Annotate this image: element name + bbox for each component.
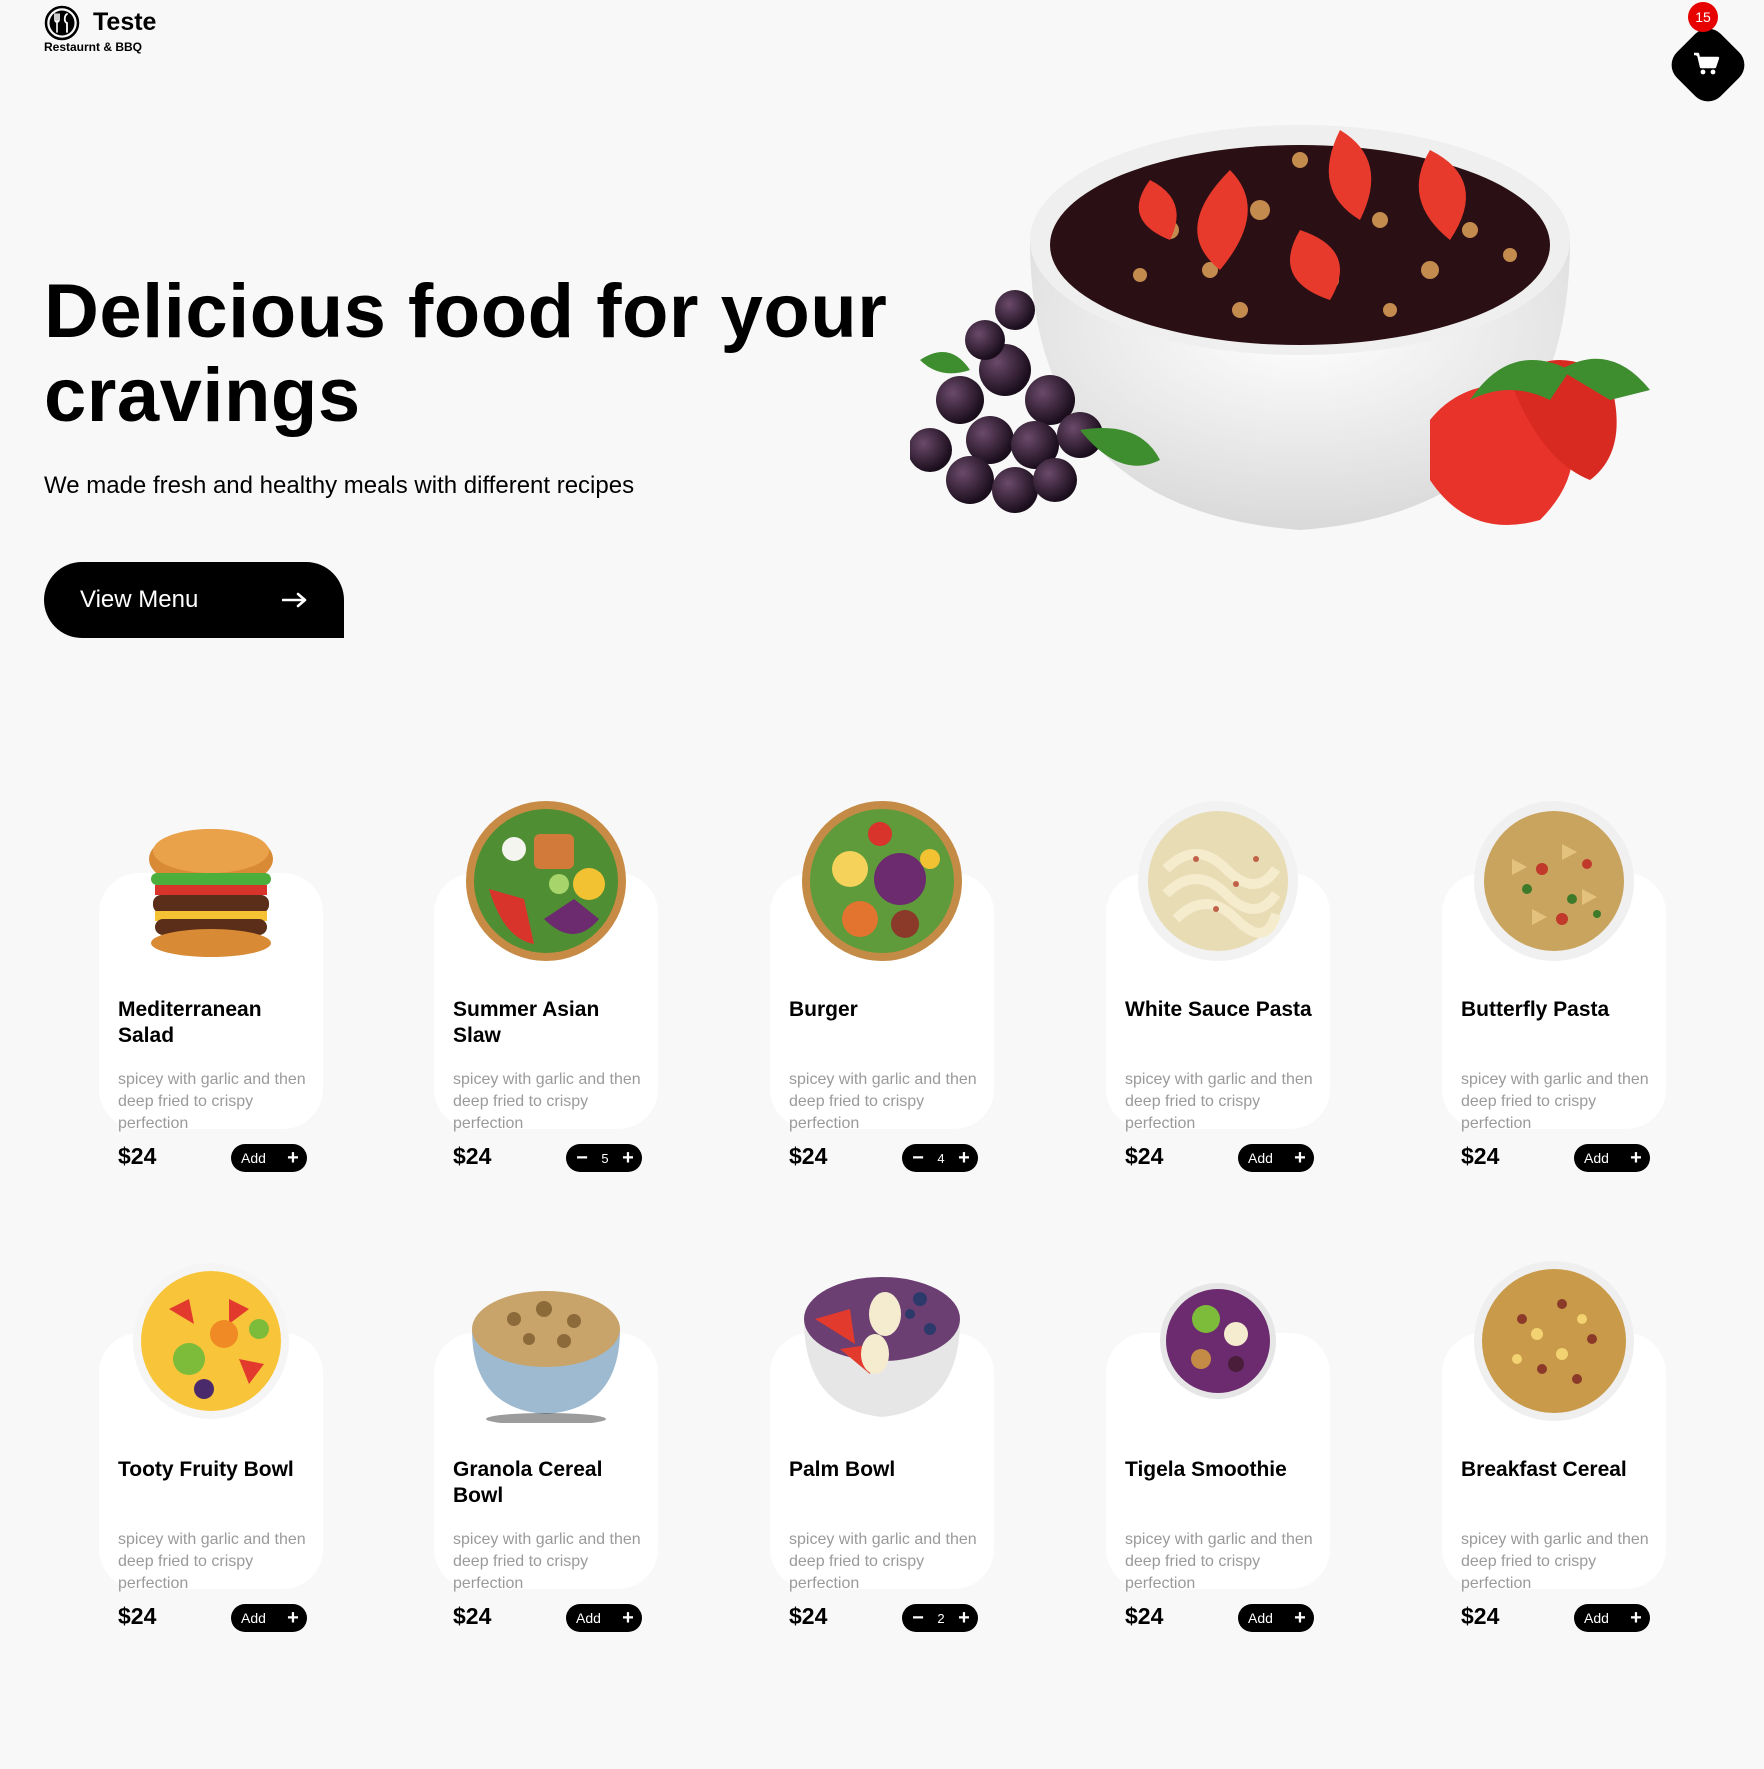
menu-item-name: Tigela Smoothie (1125, 1458, 1287, 1481)
food-image (149, 829, 273, 957)
menu-card[interactable]: Granola Cereal Bowl spicey with garlic an… (434, 1259, 658, 1632)
food-image (1138, 801, 1298, 961)
minus-icon[interactable]: − (574, 1148, 590, 1168)
menu-item-price: $24 (1125, 1603, 1164, 1629)
plus-icon: + (287, 1147, 299, 1169)
brand-name: Teste (93, 8, 157, 36)
menu-item-price: $24 (453, 1603, 492, 1629)
food-image (133, 1263, 289, 1419)
menu-item-name: Granola Cereal Bowl (453, 1458, 603, 1507)
menu-item-name: Butterfly Pasta (1461, 998, 1610, 1021)
menu-item-price: $24 (1461, 1143, 1500, 1169)
menu-card[interactable]: Butterfly Pasta spicey with garlic and th… (1442, 799, 1666, 1172)
menu-item-description: spicey with garlic and then deep fried t… (789, 1531, 977, 1592)
plus-icon[interactable]: + (956, 1608, 972, 1628)
hero-subtitle: We made fresh and healthy meals with dif… (44, 472, 635, 499)
minus-icon[interactable]: − (910, 1148, 926, 1168)
menu-item-description: spicey with garlic and then deep fried t… (118, 1071, 306, 1132)
menu-item-name: Palm Bowl (789, 1458, 896, 1481)
hero-title: Delicious food for your cravings (44, 269, 888, 438)
food-image (1160, 1283, 1276, 1399)
menu-item-price: $24 (453, 1143, 492, 1169)
menu-item-price: $24 (789, 1603, 828, 1629)
menu-card[interactable]: Breakfast Cereal spicey with garlic and t… (1442, 1259, 1666, 1632)
plus-icon: + (1630, 1147, 1642, 1169)
add-button[interactable]: Add + (1574, 1604, 1650, 1632)
menu-item-description: spicey with garlic and then deep fried t… (789, 1071, 977, 1132)
quantity-value: 5 (601, 1150, 609, 1166)
add-button[interactable]: Add + (231, 1604, 307, 1632)
plus-icon: + (287, 1607, 299, 1629)
cart-count-badge: 15 (1688, 2, 1718, 32)
menu-item-name: Burger (789, 998, 858, 1021)
minus-icon[interactable]: − (910, 1608, 926, 1628)
plus-icon[interactable]: + (620, 1148, 636, 1168)
brand-tagline: Restaurnt & BBQ (44, 40, 143, 54)
menu-item-description: spicey with garlic and then deep fried t… (453, 1071, 641, 1132)
menu-item-name: White Sauce Pasta (1125, 998, 1312, 1021)
add-button-label: Add (241, 1610, 266, 1626)
hero-acai-bowl-image (910, 125, 1650, 530)
fork-knife-icon (44, 5, 80, 41)
add-button-label: Add (241, 1150, 266, 1166)
add-button-label: Add (1248, 1150, 1273, 1166)
food-image (804, 1277, 960, 1417)
plus-icon: + (1294, 1607, 1306, 1629)
plus-icon: + (1630, 1607, 1642, 1629)
menu-item-name: Summer Asian Slaw (453, 998, 600, 1047)
view-menu-label: View Menu (80, 586, 199, 613)
add-button-label: Add (576, 1610, 601, 1626)
menu-card[interactable]: Palm Bowl spicey with garlic and then dee… (770, 1259, 994, 1632)
add-button-label: Add (1248, 1610, 1273, 1626)
menu-item-name: Breakfast Cereal (1461, 1458, 1627, 1481)
add-button-label: Add (1584, 1610, 1609, 1626)
menu-item-price: $24 (118, 1603, 157, 1629)
menu-item-description: spicey with garlic and then deep fried t… (1125, 1071, 1313, 1132)
plus-icon: + (622, 1607, 634, 1629)
add-button[interactable]: Add + (1574, 1144, 1650, 1172)
arrow-right-icon (282, 592, 307, 608)
menu-card[interactable]: Mediterranean Salad spicey with garlic an… (99, 799, 323, 1172)
food-image (472, 1291, 620, 1423)
menu-item-name: Tooty Fruity Bowl (118, 1458, 294, 1481)
food-image (802, 801, 962, 961)
quantity-stepper: −5 + (566, 1144, 642, 1172)
menu-card[interactable]: Burger spicey with garlic and then deep f… (770, 799, 994, 1172)
food-image (1474, 1261, 1634, 1421)
menu-item-description: spicey with garlic and then deep fried t… (118, 1531, 306, 1592)
add-button[interactable]: Add + (231, 1144, 307, 1172)
quantity-stepper: −4 + (902, 1144, 978, 1172)
menu-item-description: spicey with garlic and then deep fried t… (1125, 1531, 1313, 1592)
menu-item-description: spicey with garlic and then deep fried t… (453, 1531, 641, 1592)
quantity-value: 2 (937, 1610, 945, 1626)
quantity-value: 4 (937, 1150, 945, 1166)
view-menu-button[interactable]: View Menu (44, 562, 344, 638)
menu-card[interactable]: Tigela Smoothie spicey with garlic and th… (1106, 1259, 1330, 1632)
food-image (1474, 801, 1634, 961)
plus-icon[interactable]: + (956, 1148, 972, 1168)
menu-card[interactable]: White Sauce Pasta spicey with garlic and … (1106, 799, 1330, 1172)
add-button[interactable]: Add + (1238, 1144, 1314, 1172)
menu-item-name: Mediterranean Salad (118, 998, 262, 1047)
menu-card[interactable]: Tooty Fruity Bowl spicey with garlic and … (99, 1259, 323, 1632)
menu-item-price: $24 (118, 1143, 157, 1169)
add-button[interactable]: Add + (566, 1604, 642, 1632)
menu-item-description: spicey with garlic and then deep fried t… (1461, 1531, 1649, 1592)
menu-item-description: spicey with garlic and then deep fried t… (1461, 1071, 1649, 1132)
food-image (466, 801, 626, 961)
quantity-stepper: −2 + (902, 1604, 978, 1632)
plus-icon: + (1294, 1147, 1306, 1169)
menu-item-price: $24 (1125, 1143, 1164, 1169)
menu-card[interactable]: Summer Asian Slaw spicey with garlic and … (434, 799, 658, 1172)
add-button-label: Add (1584, 1150, 1609, 1166)
add-button[interactable]: Add + (1238, 1604, 1314, 1632)
brand-logo[interactable]: Teste Restaurnt & BBQ (44, 5, 156, 54)
menu-item-price: $24 (1461, 1603, 1500, 1629)
menu-item-price: $24 (789, 1143, 828, 1169)
